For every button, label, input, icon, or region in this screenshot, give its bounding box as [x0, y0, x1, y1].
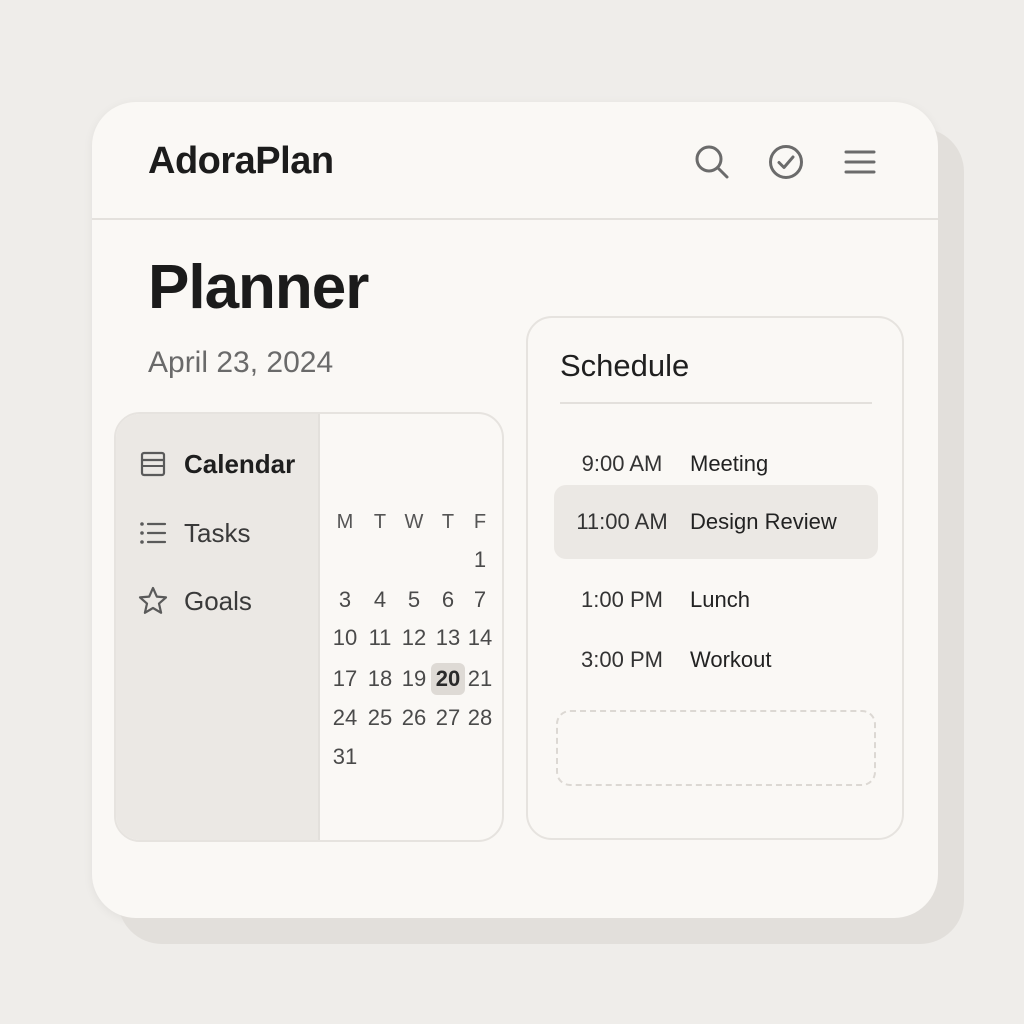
calendar-day[interactable]: 19	[397, 663, 431, 695]
weekday-header: M	[336, 510, 354, 533]
weekday-header: T	[373, 510, 387, 533]
calendar-day[interactable]: 31	[328, 741, 362, 773]
calendar-day[interactable]: 27	[431, 702, 465, 734]
schedule-title: Schedule	[560, 348, 690, 383]
sidebar-item-label: Calendar	[184, 448, 296, 479]
calendar-day[interactable]: 21	[463, 663, 497, 695]
search-icon[interactable]	[694, 144, 730, 180]
calendar-day[interactable]: 17	[328, 663, 362, 695]
calendar-day[interactable]: 11	[363, 622, 397, 654]
schedule-time: 3:00 PM	[581, 647, 663, 672]
calendar-day[interactable]: 1	[463, 544, 497, 576]
schedule-event: Meeting	[690, 451, 769, 476]
weekday-header: F	[473, 510, 487, 533]
calendar-icon	[138, 449, 168, 479]
schedule-event: Lunch	[690, 587, 750, 612]
calendar-day[interactable]: 18	[363, 663, 397, 695]
weekday-header: W	[404, 510, 424, 533]
app-window: AdoraPlan Planner April 23, 2024 Calenda…	[92, 102, 938, 918]
sidebar-item-label: Goals	[184, 585, 252, 616]
calendar-day[interactable]: 10	[328, 622, 362, 654]
schedule-time: 1:00 PM	[581, 587, 663, 612]
top-bar: AdoraPlan	[92, 102, 938, 220]
calendar-day[interactable]: 5	[397, 584, 431, 616]
calendar-day[interactable]: 26	[397, 702, 431, 734]
calendar-day[interactable]: 28	[463, 702, 497, 734]
schedule-event: Design Review	[690, 509, 837, 534]
sidebar-item-label: Tasks	[184, 517, 251, 548]
list-icon	[138, 518, 168, 548]
sidebar-item-tasks[interactable]: Tasks	[138, 513, 250, 553]
calendar-day[interactable]: 24	[328, 702, 362, 734]
schedule-time: 11:00 AM	[576, 509, 668, 534]
brand-logo: AdoraPlan	[148, 140, 334, 182]
add-event-slot[interactable]	[556, 710, 876, 786]
calendar-day[interactable]: 25	[363, 702, 397, 734]
schedule-item[interactable]: 3:00 PM Workout	[554, 623, 878, 697]
sidebar-nav: Calendar Tasks Goals	[116, 414, 320, 840]
check-circle-icon[interactable]	[768, 144, 804, 180]
calendar-day[interactable]: 6	[431, 584, 465, 616]
star-icon	[138, 586, 168, 616]
weekday-header: T	[441, 510, 455, 533]
calendar-card: Calendar Tasks Goals M T W T F 1 3 4 5 6…	[114, 412, 504, 842]
calendar-day[interactable]: 4	[363, 584, 397, 616]
menu-icon[interactable]	[842, 144, 878, 180]
sidebar-item-calendar[interactable]: Calendar	[138, 444, 295, 484]
divider	[560, 402, 872, 404]
schedule-card: Schedule 9:00 AM Meeting 11:00 AM Design…	[526, 316, 904, 840]
sidebar-item-goals[interactable]: Goals	[138, 581, 252, 621]
calendar-day[interactable]: 12	[397, 622, 431, 654]
calendar-day[interactable]: 13	[431, 622, 465, 654]
calendar-day-selected[interactable]: 20	[431, 663, 465, 695]
calendar-day[interactable]: 14	[463, 622, 497, 654]
calendar-day[interactable]: 3	[328, 584, 362, 616]
schedule-item-highlighted[interactable]: 11:00 AM Design Review	[554, 485, 878, 559]
page-date: April 23, 2024	[148, 346, 334, 379]
calendar-day[interactable]: 7	[463, 584, 497, 616]
schedule-event: Workout	[690, 647, 772, 672]
schedule-time: 9:00 AM	[581, 451, 663, 476]
page-title: Planner	[148, 253, 369, 322]
